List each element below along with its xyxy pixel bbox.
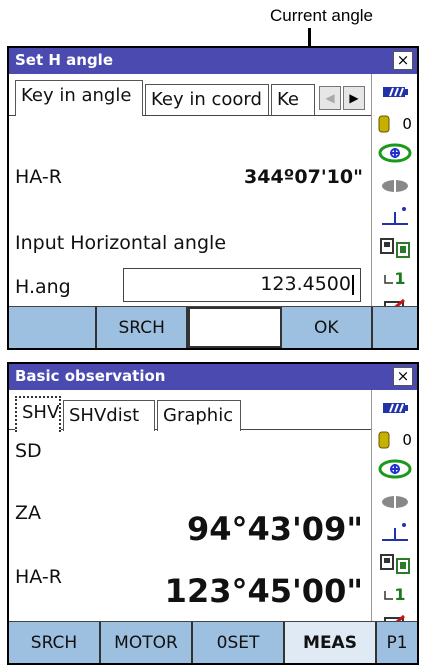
motor-button[interactable]: MOTOR bbox=[101, 622, 193, 663]
tab-shv[interactable]: SHV bbox=[15, 396, 61, 432]
main-content: HA-R 344º07'10" Input Horizontal angle H… bbox=[9, 116, 371, 308]
tab-bar: SHV SHVdist Graphic bbox=[9, 390, 371, 432]
za-value: 94°43'09" bbox=[186, 510, 363, 548]
tab-shvdist[interactable]: SHVdist bbox=[63, 400, 155, 431]
prism-constant: 0 bbox=[402, 115, 412, 133]
status-bar: 0 1 bbox=[371, 390, 418, 633]
page-p1-button[interactable]: P1 bbox=[377, 622, 417, 663]
basic-observation-window: Basic observation × SHV SHVdist Graphic … bbox=[7, 362, 419, 665]
tab-key-in-angle[interactable]: Key in angle bbox=[15, 80, 143, 116]
softkey-blank-right[interactable] bbox=[373, 307, 417, 348]
ha-value: 123°45'00" bbox=[164, 572, 363, 610]
srch-button[interactable]: SRCH bbox=[9, 622, 101, 663]
target-icon bbox=[372, 518, 418, 546]
hang-input-value: 123.4500 bbox=[260, 273, 351, 295]
tab-scroll-left-icon[interactable]: ◀ bbox=[319, 86, 341, 110]
softkey-bar: SRCH OK bbox=[9, 306, 417, 348]
prism-icon bbox=[378, 115, 390, 133]
prism-constant: 0 bbox=[402, 431, 412, 449]
memory-channel: 1 bbox=[372, 264, 418, 292]
battery-icon bbox=[372, 78, 418, 106]
channel-icon bbox=[384, 275, 394, 284]
srch-button[interactable]: SRCH bbox=[97, 307, 189, 348]
title-bar: Basic observation × bbox=[9, 364, 417, 390]
callout-label: Current angle bbox=[270, 6, 374, 25]
softkey-empty[interactable] bbox=[188, 307, 282, 348]
tilt-icon bbox=[372, 138, 418, 166]
set-h-angle-window: Set H angle × Key in angle Key in coord … bbox=[7, 46, 419, 350]
prompt-text: Input Horizontal angle bbox=[15, 232, 227, 254]
window-title: Set H angle bbox=[15, 51, 113, 69]
title-bar: Set H angle × bbox=[9, 48, 417, 74]
oset-button[interactable]: 0SET bbox=[193, 622, 285, 663]
hang-input[interactable]: 123.4500 bbox=[123, 268, 361, 302]
battery-icon bbox=[372, 394, 418, 422]
close-button[interactable]: × bbox=[393, 51, 413, 70]
ok-button[interactable]: OK bbox=[282, 307, 373, 348]
close-button[interactable]: × bbox=[393, 367, 413, 386]
channel-number: 1 bbox=[394, 584, 406, 604]
meas-button[interactable]: MEAS bbox=[285, 622, 377, 663]
sd-label: SD bbox=[15, 440, 42, 462]
softkey-blank[interactable] bbox=[9, 307, 97, 348]
input-mode-icon bbox=[372, 550, 418, 578]
window-title: Basic observation bbox=[15, 367, 166, 385]
tab-bar: Key in angle Key in coord Ke ◀ ▶ bbox=[9, 74, 371, 116]
text-caret bbox=[352, 274, 354, 295]
channel-icon bbox=[384, 591, 394, 600]
ha-label: HA-R bbox=[15, 166, 62, 188]
prism-status: 0 bbox=[372, 110, 418, 138]
ha-label: HA-R bbox=[15, 566, 62, 588]
tab-key-in-coord[interactable]: Key in coord bbox=[145, 84, 269, 115]
hang-label: H.ang bbox=[15, 276, 71, 298]
communication-icon bbox=[372, 172, 418, 200]
communication-icon bbox=[372, 488, 418, 516]
prism-icon bbox=[378, 431, 390, 449]
memory-channel: 1 bbox=[372, 580, 418, 608]
tab-graphic[interactable]: Graphic bbox=[157, 400, 241, 431]
tab-scroll-right-icon[interactable]: ▶ bbox=[343, 86, 365, 110]
prism-status: 0 bbox=[372, 426, 418, 454]
main-content: SD ZA 94°43'09" HA-R 123°45'00" bbox=[9, 430, 371, 624]
za-label: ZA bbox=[15, 502, 42, 524]
target-icon bbox=[372, 202, 418, 230]
tilt-icon bbox=[372, 454, 418, 482]
channel-number: 1 bbox=[394, 268, 406, 288]
input-mode-icon bbox=[372, 234, 418, 262]
tab-truncated[interactable]: Ke bbox=[271, 84, 315, 115]
status-bar: 0 1 bbox=[371, 74, 418, 317]
softkey-bar: SRCH MOTOR 0SET MEAS P1 bbox=[9, 621, 417, 663]
ha-value: 344º07'10" bbox=[244, 166, 363, 188]
